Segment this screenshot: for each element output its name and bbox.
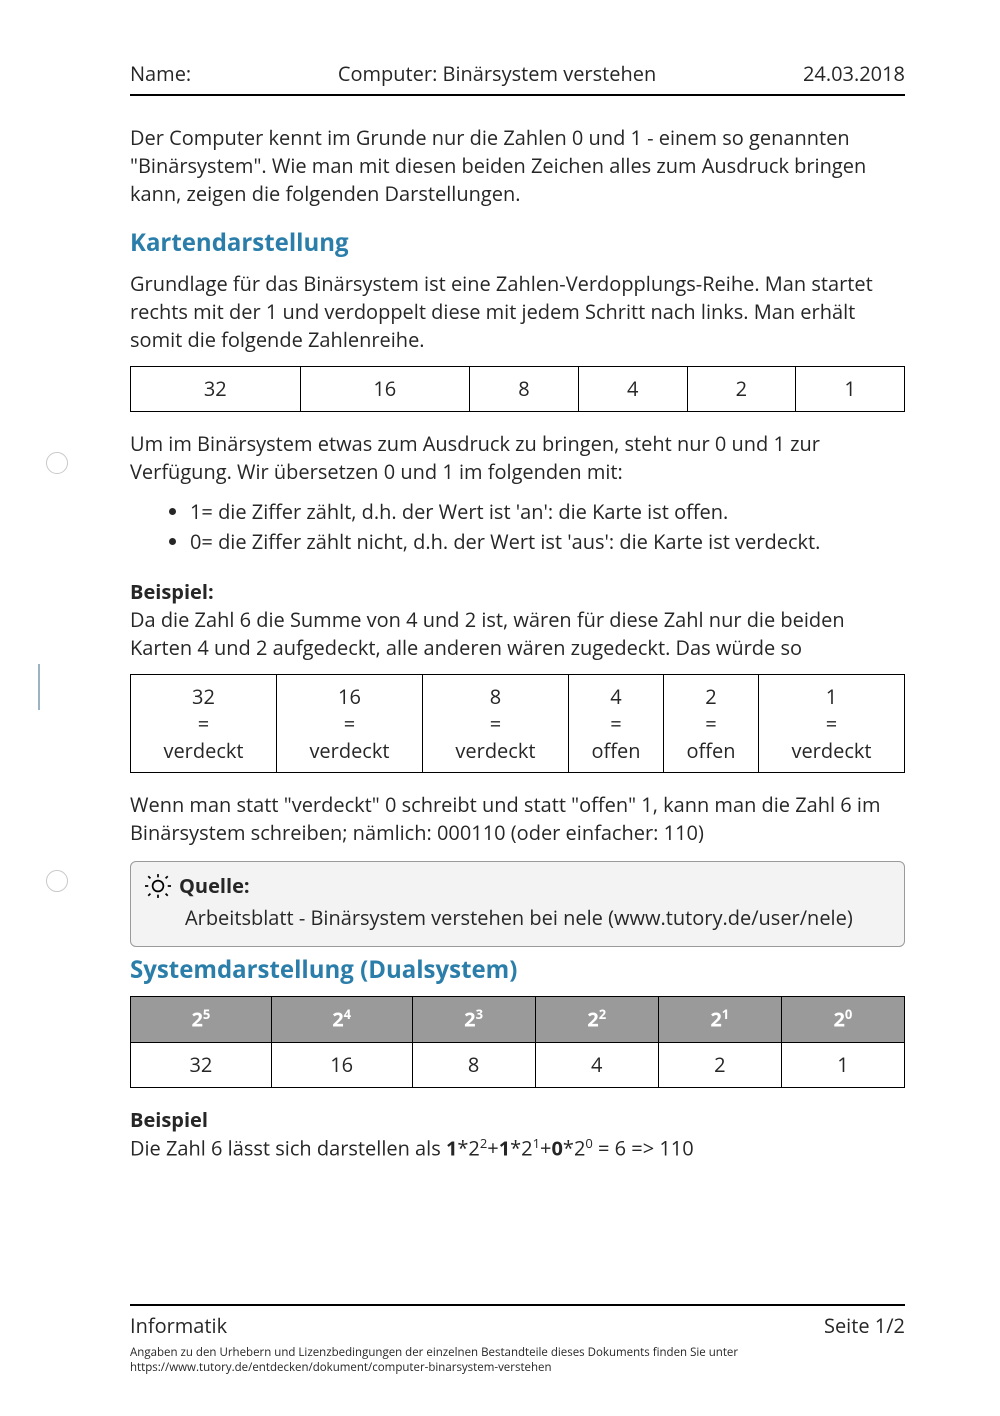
power-table: 25 24 23 22 21 20 32 16 8 4 2 1 (130, 996, 905, 1088)
document-date: 24.03.2018 (803, 60, 905, 88)
fold-mark (38, 664, 40, 710)
section-heading-2: Systemdarstellung (Dualsystem) (130, 953, 905, 987)
doubling-table: 32 16 8 4 2 1 (130, 366, 905, 412)
footer-page: Seite 1/2 (824, 1312, 905, 1340)
table-cell: 4=offen (568, 674, 663, 772)
bullet-list: 1= die Ziffer zählt, d.h. der Wert ist '… (190, 498, 905, 556)
example-block-2: Beispiel Die Zahl 6 lässt sich darstelle… (130, 1106, 905, 1163)
list-item: 0= die Ziffer zählt nicht, d.h. der Wert… (190, 528, 905, 556)
table-cell: 32 (131, 366, 301, 411)
document-title: Computer: Binärsystem verstehen (338, 60, 656, 88)
example-formula: Die Zahl 6 lässt sich darstellen als 1*2… (130, 1134, 905, 1163)
table-cell: 8=verdeckt (422, 674, 568, 772)
example-label: Beispiel: (130, 578, 214, 605)
table-cell: 1 (781, 1042, 904, 1087)
intro-paragraph: Der Computer kennt im Grunde nur die Zah… (130, 124, 905, 208)
table-header: 24 (271, 997, 412, 1043)
lightbulb-icon (145, 873, 171, 899)
example-block: Beispiel: Da die Zahl 6 die Summe von 4 … (130, 578, 905, 662)
table-header: 22 (535, 997, 658, 1043)
table-cell: 16 (300, 366, 470, 411)
table-header: 21 (658, 997, 781, 1043)
paragraph: Um im Binärsystem etwas zum Ausdruck zu … (130, 430, 905, 486)
section-heading-1: Kartendarstellung (130, 226, 905, 260)
table-cell: 32=verdeckt (131, 674, 277, 772)
source-callout: Quelle: Arbeitsblatt - Binärsystem verst… (130, 861, 905, 947)
table-cell: 1=verdeckt (758, 674, 904, 772)
state-table: 32=verdeckt 16=verdeckt 8=verdeckt 4=off… (130, 674, 905, 773)
table-cell: 4 (535, 1042, 658, 1087)
hole-punch-icon (46, 870, 68, 892)
footer-subject: Informatik (130, 1312, 227, 1340)
table-cell: 8 (470, 366, 579, 411)
table-header: 23 (412, 997, 535, 1043)
footer-attribution: Angaben zu den Urhebern und Lizenzbeding… (130, 1346, 905, 1376)
table-cell: 1 (796, 366, 905, 411)
table-cell: 16=verdeckt (276, 674, 422, 772)
callout-body: Arbeitsblatt - Binärsystem verstehen bei… (145, 904, 890, 932)
table-cell: 2 (687, 366, 796, 411)
table-cell: 2 (658, 1042, 781, 1087)
table-cell: 32 (131, 1042, 272, 1087)
table-cell: 8 (412, 1042, 535, 1087)
name-label: Name: (130, 60, 191, 88)
list-item: 1= die Ziffer zählt, d.h. der Wert ist '… (190, 498, 905, 526)
table-header: 25 (131, 997, 272, 1043)
paragraph: Grundlage für das Binärsystem ist eine Z… (130, 270, 905, 354)
table-cell: 4 (578, 366, 687, 411)
table-cell: 16 (271, 1042, 412, 1087)
hole-punch-icon (46, 452, 68, 474)
document-footer: Informatik Seite 1/2 Angaben zu den Urhe… (130, 1304, 905, 1376)
callout-title: Quelle: (179, 872, 250, 900)
paragraph: Wenn man statt "verdeckt" 0 schreibt und… (130, 791, 905, 847)
table-header: 20 (781, 997, 904, 1043)
example-text: Da die Zahl 6 die Summe von 4 und 2 ist,… (130, 606, 845, 661)
document-header: Name: Computer: Binärsystem verstehen 24… (130, 60, 905, 96)
example-label: Beispiel (130, 1106, 905, 1134)
table-cell: 2=offen (663, 674, 758, 772)
